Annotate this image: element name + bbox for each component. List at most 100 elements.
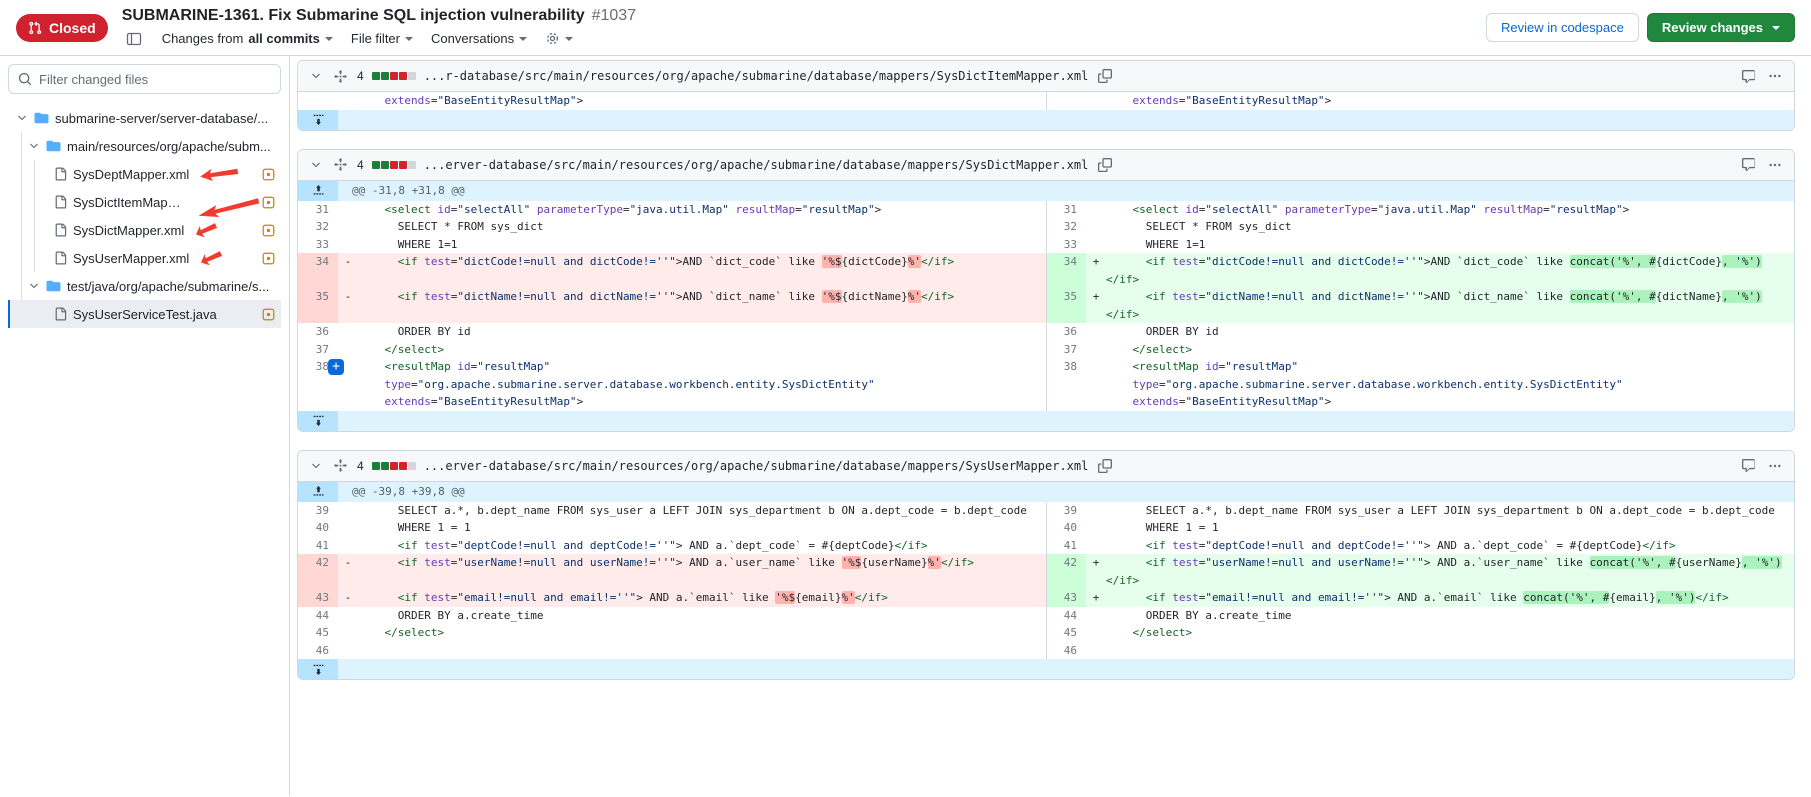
kebab-menu-icon[interactable] xyxy=(1766,156,1784,174)
expand-up-button[interactable] xyxy=(298,482,338,502)
line-number-new[interactable]: 34 xyxy=(1046,253,1086,288)
collapse-file-icon[interactable] xyxy=(308,157,324,173)
code-cell-new: ORDER BY a.create_time xyxy=(1106,607,1794,625)
chevron-down-icon[interactable] xyxy=(28,140,40,152)
file-tree-folder[interactable]: main/resources/org/apache/subm... xyxy=(8,132,281,160)
copy-path-icon[interactable] xyxy=(1096,156,1114,174)
line-number-new[interactable]: 36 xyxy=(1046,323,1086,341)
line-number-new[interactable]: 35 xyxy=(1046,288,1086,323)
line-number-new[interactable] xyxy=(1046,92,1086,110)
line-number-old[interactable] xyxy=(298,92,338,110)
diff-sign-old: - xyxy=(338,253,358,288)
file-path[interactable]: ...erver-database/src/main/resources/org… xyxy=(424,158,1089,172)
line-number-old[interactable]: 44 xyxy=(298,607,338,625)
code-cell-new xyxy=(1106,642,1794,660)
line-number-new[interactable]: 45 xyxy=(1046,624,1086,642)
line-number-old[interactable]: 33 xyxy=(298,236,338,254)
file-tree-file[interactable]: SysUserServiceTest.java xyxy=(8,300,281,328)
modified-file-icon xyxy=(262,224,281,237)
diff-sign-new: + xyxy=(1086,589,1106,607)
diff-row: 31 <select id="selectAll" parameterType=… xyxy=(298,201,1794,219)
file-tree-toggle-icon[interactable] xyxy=(124,29,144,49)
pr-title: SUBMARINE-1361. Fix Submarine SQL inject… xyxy=(122,7,585,24)
line-number-old[interactable]: 45 xyxy=(298,624,338,642)
expand-up-button[interactable] xyxy=(298,181,338,201)
copy-path-icon[interactable] xyxy=(1096,457,1114,475)
file-tree-file[interactable]: SysDictMapper.xml xyxy=(8,216,281,244)
line-number-new[interactable]: 38 xyxy=(1046,358,1086,411)
hunk-header: @@ -39,8 +39,8 @@ xyxy=(338,482,1794,502)
file-tree-folder[interactable]: test/java/org/apache/submarine/s... xyxy=(8,272,281,300)
file-filter-dropdown[interactable]: File filter xyxy=(351,31,413,46)
drag-handle-icon[interactable] xyxy=(332,156,349,173)
code-cell-new: WHERE 1 = 1 xyxy=(1106,519,1794,537)
collapse-file-icon[interactable] xyxy=(308,458,324,474)
drag-handle-icon[interactable] xyxy=(332,68,349,85)
line-number-new[interactable]: 42 xyxy=(1046,554,1086,589)
line-number-new[interactable]: 37 xyxy=(1046,341,1086,359)
expand-down-button[interactable] xyxy=(298,411,338,431)
file-name: SysUserServiceTest.java xyxy=(73,307,217,322)
line-number-new[interactable]: 43 xyxy=(1046,589,1086,607)
filter-files-input[interactable] xyxy=(39,72,271,87)
review-in-codespace-button[interactable]: Review in codespace xyxy=(1486,13,1639,42)
file-tree-folder[interactable]: submarine-server/server-database/... xyxy=(8,104,281,132)
expand-down-button[interactable] xyxy=(298,110,338,130)
chevron-down-icon[interactable] xyxy=(16,112,28,124)
line-number-old[interactable]: 46 xyxy=(298,642,338,660)
changes-from-dropdown[interactable]: Changes from all commits xyxy=(162,31,333,46)
review-changes-button[interactable]: Review changes xyxy=(1647,13,1795,42)
line-number-new[interactable]: 44 xyxy=(1046,607,1086,625)
line-number-old[interactable]: 43 xyxy=(298,589,338,607)
line-number-old[interactable]: 35 xyxy=(298,288,338,323)
file-path[interactable]: ...r-database/src/main/resources/org/apa… xyxy=(424,69,1089,83)
code-line: SELECT * FROM sys_dict xyxy=(1106,218,1788,236)
line-number-new[interactable]: 32 xyxy=(1046,218,1086,236)
kebab-menu-icon[interactable] xyxy=(1766,67,1784,85)
add-comment-button[interactable]: + xyxy=(328,359,344,375)
diff-sign-old xyxy=(338,201,358,219)
file-path[interactable]: ...erver-database/src/main/resources/org… xyxy=(424,459,1089,473)
kebab-menu-icon[interactable] xyxy=(1766,457,1784,475)
comment-toggle-icon[interactable] xyxy=(1739,155,1758,174)
line-number-old[interactable]: 37 xyxy=(298,341,338,359)
expand-down-button[interactable] xyxy=(298,659,338,679)
line-number-new[interactable]: 31 xyxy=(1046,201,1086,219)
line-number-old[interactable]: 40 xyxy=(298,519,338,537)
diff-stat-squares xyxy=(372,72,416,80)
line-number-new[interactable]: 46 xyxy=(1046,642,1086,660)
copy-path-icon[interactable] xyxy=(1096,67,1114,85)
diff-settings-dropdown[interactable] xyxy=(545,31,573,46)
file-tree-file[interactable]: SysDictItemMapper.xml xyxy=(8,188,281,216)
line-number-old[interactable]: 31 xyxy=(298,201,338,219)
collapse-file-icon[interactable] xyxy=(308,68,324,84)
changes-from-label: Changes from xyxy=(162,31,244,46)
line-number-old[interactable]: 39 xyxy=(298,502,338,520)
diff-sign-new xyxy=(1086,341,1106,359)
line-number-new[interactable]: 39 xyxy=(1046,502,1086,520)
code-cell-old: WHERE 1=1 xyxy=(358,236,1046,254)
comment-toggle-icon[interactable] xyxy=(1739,456,1758,475)
diff-sign-old xyxy=(338,92,358,110)
file-name: SysDictMapper.xml xyxy=(73,223,184,238)
line-number-old[interactable]: 41 xyxy=(298,537,338,555)
diff-sign-old: - xyxy=(338,288,358,323)
file-tree-file[interactable]: SysDeptMapper.xml xyxy=(8,160,281,188)
line-number-new[interactable]: 40 xyxy=(1046,519,1086,537)
conversations-dropdown[interactable]: Conversations xyxy=(431,31,527,46)
pull-request-closed-icon xyxy=(28,21,42,35)
line-number-new[interactable]: 41 xyxy=(1046,537,1086,555)
file-tree-file[interactable]: SysUserMapper.xml xyxy=(8,244,281,272)
annotation-arrow-icon xyxy=(193,219,219,241)
line-number-old[interactable]: 34 xyxy=(298,253,338,288)
code-cell-new: <if test="deptCode!=null and deptCode!='… xyxy=(1106,537,1794,555)
line-number-old[interactable]: 36 xyxy=(298,323,338,341)
diff-sign-new xyxy=(1086,92,1106,110)
drag-handle-icon[interactable] xyxy=(332,457,349,474)
chevron-down-icon[interactable] xyxy=(28,280,40,292)
diff-row: 38 <resultMap id="resultMap" type="org.a… xyxy=(298,358,1794,411)
line-number-old[interactable]: 32 xyxy=(298,218,338,236)
line-number-old[interactable]: 42 xyxy=(298,554,338,589)
comment-toggle-icon[interactable] xyxy=(1739,67,1758,86)
line-number-new[interactable]: 33 xyxy=(1046,236,1086,254)
